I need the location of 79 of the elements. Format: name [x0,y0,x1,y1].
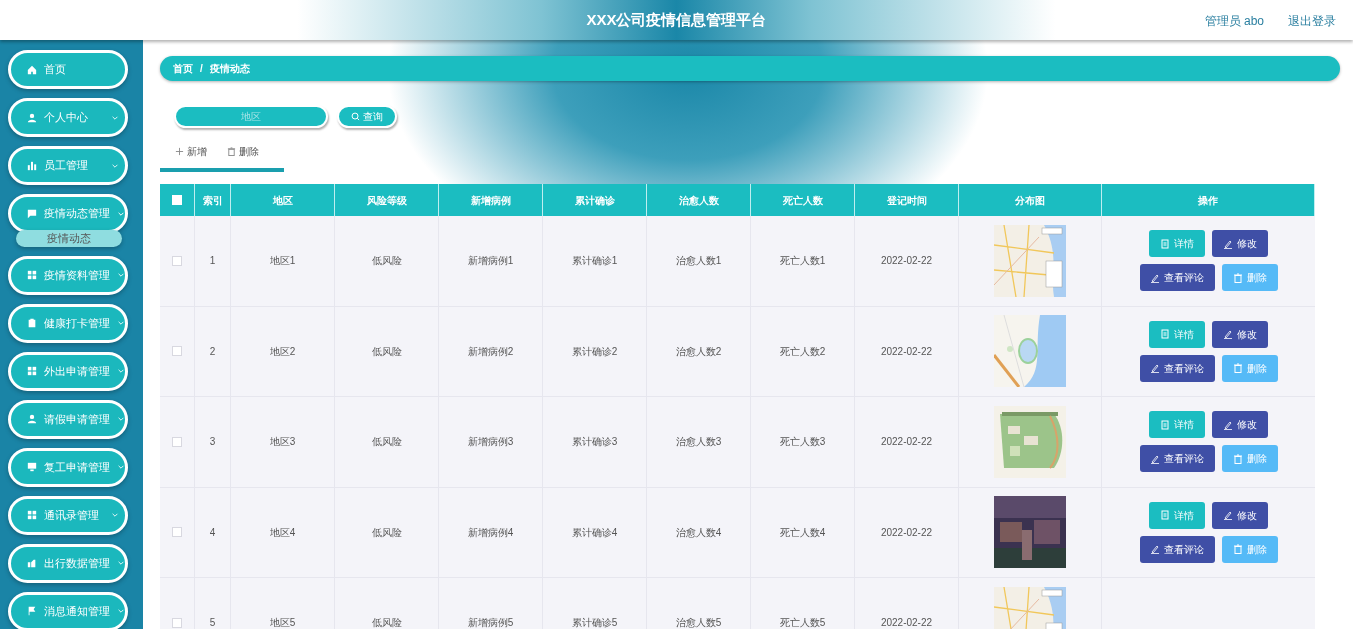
table-cell-text: 治愈人数1 [675,254,722,269]
comments-button[interactable]: 查看评论 [1139,264,1215,292]
breadcrumb-separator: / [200,62,203,76]
delete-button[interactable]: 删除 [1221,264,1278,292]
search-button[interactable]: 查询 [337,105,397,128]
table-cell-text: 累计确诊2 [571,344,618,359]
edit-button[interactable]: 修改 [1212,411,1268,439]
detail-button[interactable]: 详情 [1149,230,1205,258]
table-cell-text: 4 [209,525,216,540]
menu-item[interactable]: 请假申请管理 [8,399,128,439]
table-cell-text: 累计确诊3 [571,435,618,450]
table-cell-text: 死亡人数5 [779,616,826,629]
add-button[interactable]: 新增 [175,144,207,159]
table-cell-text: 累计确诊4 [571,525,618,540]
menu-item[interactable]: 个人中心 [8,98,128,137]
table-cell-text: 治愈人数2 [675,344,722,359]
user-label: 管理员 abo [1204,13,1264,30]
table-cell-text: 地区1 [269,254,296,269]
submenu-item[interactable]: 疫情动态 [16,230,122,247]
table-cell-text: 死亡人数2 [779,344,826,359]
table-cell-text: 治愈人数5 [675,616,722,629]
table-cell-text: 3 [209,435,216,450]
table-cell-text: 死亡人数4 [779,525,826,540]
menu-item[interactable]: 员工管理 [8,146,128,185]
table-cell-text: 低风险 [371,254,402,269]
region-search-field[interactable]: 地区 [174,105,328,128]
delete-button[interactable]: 删除 [1221,535,1278,563]
table-cell-text: 5 [209,616,216,629]
table-cell-text: 累计确诊1 [571,254,618,269]
breadcrumb-item[interactable]: 首页 [173,61,193,76]
table-cell-text: 低风险 [371,616,402,629]
table-cell-text: 新增病例5 [467,616,514,629]
table-cell-text: 地区4 [269,525,296,540]
table-cell-text: 2022-02-22 [880,344,933,359]
table-cell-text: 2022-02-22 [880,254,933,269]
table-cell-text: 低风险 [371,344,402,359]
detail-button[interactable]: 详情 [1149,411,1205,439]
menu-item[interactable]: 通讯录管理 [8,495,128,535]
table-cell-text: 死亡人数3 [779,435,826,450]
table-cell-text: 治愈人数4 [675,525,722,540]
menu-item[interactable]: 外出申请管理 [8,351,128,391]
table-cell-text: 2022-02-22 [880,525,933,540]
table-cell-text: 低风险 [371,525,402,540]
comments-button[interactable]: 查看评论 [1139,445,1215,473]
table-cell-text: 2022-02-22 [880,616,933,629]
table-cell-text: 1 [209,254,216,269]
menu-item[interactable]: 疫情资料管理 [8,255,128,295]
table-cell-text: 新增病例2 [467,344,514,359]
table-cell-text: 2 [209,344,216,359]
table-cell-text: 地区5 [269,616,296,629]
edit-button[interactable]: 修改 [1212,501,1268,529]
table-cell-text: 地区3 [269,435,296,450]
breadcrumb-item[interactable]: 疫情动态 [209,61,250,76]
table-cell-text: 2022-02-22 [880,435,933,450]
table-cell-text: 低风险 [371,435,402,450]
table-cell-text: 地区2 [269,344,296,359]
table-cell-text: 累计确诊5 [571,616,618,629]
menu-item[interactable]: 首页 [8,50,128,89]
delete-button[interactable]: 删除 [1221,445,1278,473]
app-title: XXX公司疫情信息管理平台 [586,9,767,30]
menu-item[interactable]: 健康打卡管理 [8,303,128,343]
table-cell-text: 治愈人数3 [675,435,722,450]
delete-button[interactable]: 删除 [227,144,259,159]
menu-item[interactable]: 疫情动态管理 [8,194,128,233]
menu-item[interactable]: 出行数据管理 [8,543,128,583]
detail-button[interactable]: 详情 [1149,320,1205,348]
menu-item[interactable]: 复工申请管理 [8,447,128,487]
menu-item[interactable]: 消息通知管理 [8,591,128,629]
table-cell-text: 新增病例3 [467,435,514,450]
logout-link[interactable]: 退出登录 [1288,12,1336,30]
detail-button[interactable]: 详情 [1149,501,1205,529]
comments-button[interactable]: 查看评论 [1139,354,1215,382]
table-cell-text: 死亡人数1 [779,254,826,269]
edit-button[interactable]: 修改 [1212,320,1268,348]
delete-button[interactable]: 删除 [1221,354,1278,382]
table-cell-text: 新增病例1 [467,254,514,269]
edit-button[interactable]: 修改 [1212,230,1268,258]
comments-button[interactable]: 查看评论 [1139,535,1215,563]
table-cell-text: 新增病例4 [467,525,514,540]
